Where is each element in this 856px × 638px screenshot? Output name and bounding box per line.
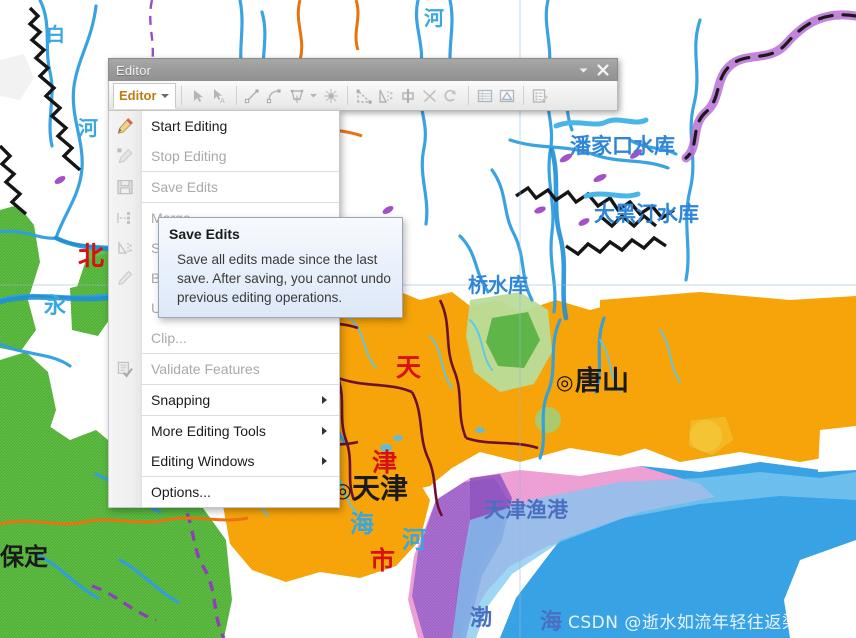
trace-icon[interactable] [353, 84, 375, 108]
menu-item-snapping[interactable]: Snapping [109, 385, 339, 415]
mirror-features-icon[interactable] [397, 84, 419, 108]
menu-item-label: Clip... [151, 330, 187, 346]
construct-tool-dropdown-icon[interactable] [308, 84, 320, 108]
straight-segment-icon[interactable] [242, 84, 264, 108]
submenu-arrow-icon [322, 457, 327, 465]
buffer-icon [109, 263, 141, 293]
menu-item-validate-features: Validate Features [109, 354, 339, 384]
menu-item-label: Validate Features [151, 361, 260, 377]
toolbar-separator [180, 86, 182, 105]
edit-tool-icon[interactable] [187, 84, 209, 108]
menu-item-label: Stop Editing [151, 148, 227, 164]
rotate-icon[interactable] [441, 84, 463, 108]
clip-icon [109, 323, 141, 353]
menu-item-label: Editing Windows [151, 453, 255, 469]
menu-item-label: Options... [151, 484, 211, 500]
menu-item-label: Start Editing [151, 118, 228, 134]
none [109, 477, 141, 507]
create-features-icon[interactable] [529, 84, 551, 108]
submenu-arrow-icon [322, 427, 327, 435]
editor-window-title: Editor [116, 62, 152, 78]
submenu-arrow-icon [322, 396, 327, 404]
sketch-properties-icon[interactable] [320, 84, 342, 108]
pencil-stop-icon [109, 141, 141, 171]
attributes-table-icon[interactable] [474, 84, 496, 108]
triangle-down-icon [160, 93, 169, 98]
menu-item-label: More Editing Tools [151, 423, 266, 439]
split-polygon-icon[interactable] [375, 84, 397, 108]
toolbar-separator [467, 86, 469, 105]
sketch-properties-window-icon[interactable] [496, 84, 518, 108]
editor-toolbar[interactable]: Editor A [108, 81, 618, 111]
floppy-disk-icon [109, 172, 141, 202]
construct-tool-icon[interactable] [286, 84, 308, 108]
none [109, 385, 141, 415]
menu-item-start-editing[interactable]: Start Editing [109, 111, 339, 141]
menu-item-save-edits: Save Edits [109, 172, 339, 202]
split-icon [109, 233, 141, 263]
menu-item-clip: Clip... [109, 323, 339, 353]
screenshot-root: 北永河白河保定 潘家口水库 大黑汀水库 桥水库 唐山天津市天津海河天津渔港渤海 ◎ ◎ C… [0, 0, 856, 638]
toolbar-separator [346, 86, 348, 105]
menu-item-label: Snapping [151, 392, 211, 408]
editor-toolbar-window[interactable]: Editor Editor A [108, 58, 618, 111]
edit-annotation-tool-icon[interactable]: A [209, 84, 231, 108]
union-icon [109, 293, 141, 323]
menu-item-stop-editing: Stop Editing [109, 141, 339, 171]
close-icon[interactable] [593, 61, 613, 80]
menu-item-label: Save Edits [151, 179, 218, 195]
tooltip-body: Save all edits made since the last save.… [177, 252, 391, 306]
toolbar-separator [235, 86, 237, 105]
menu-item-editing-windows[interactable]: Editing Windows [109, 446, 339, 476]
chevron-down-icon[interactable] [573, 61, 593, 80]
menu-item-more-editing-tools[interactable]: More Editing Tools [109, 416, 339, 446]
svg-text:A: A [220, 97, 225, 104]
save-edits-tooltip: Save Edits Save all edits made since the… [158, 217, 403, 319]
toolbar-separator [522, 86, 524, 105]
tangshan-marker: ◎ [556, 370, 574, 394]
validate-features-icon [109, 354, 141, 384]
watermark-text: CSDN @逝水如流年轻往返染尘 [568, 613, 817, 633]
none [109, 446, 141, 476]
editor-menu-button[interactable]: Editor [113, 82, 176, 109]
menu-item-options[interactable]: Options... [109, 477, 339, 507]
editor-titlebar[interactable]: Editor [108, 58, 618, 81]
merge-icon [109, 203, 141, 233]
pencil-icon [109, 111, 141, 141]
editor-menu-button-label: Editor [119, 88, 157, 103]
none [109, 416, 141, 446]
intersect-icon[interactable] [419, 84, 441, 108]
tooltip-title: Save Edits [169, 226, 240, 242]
curved-segment-icon[interactable] [264, 84, 286, 108]
